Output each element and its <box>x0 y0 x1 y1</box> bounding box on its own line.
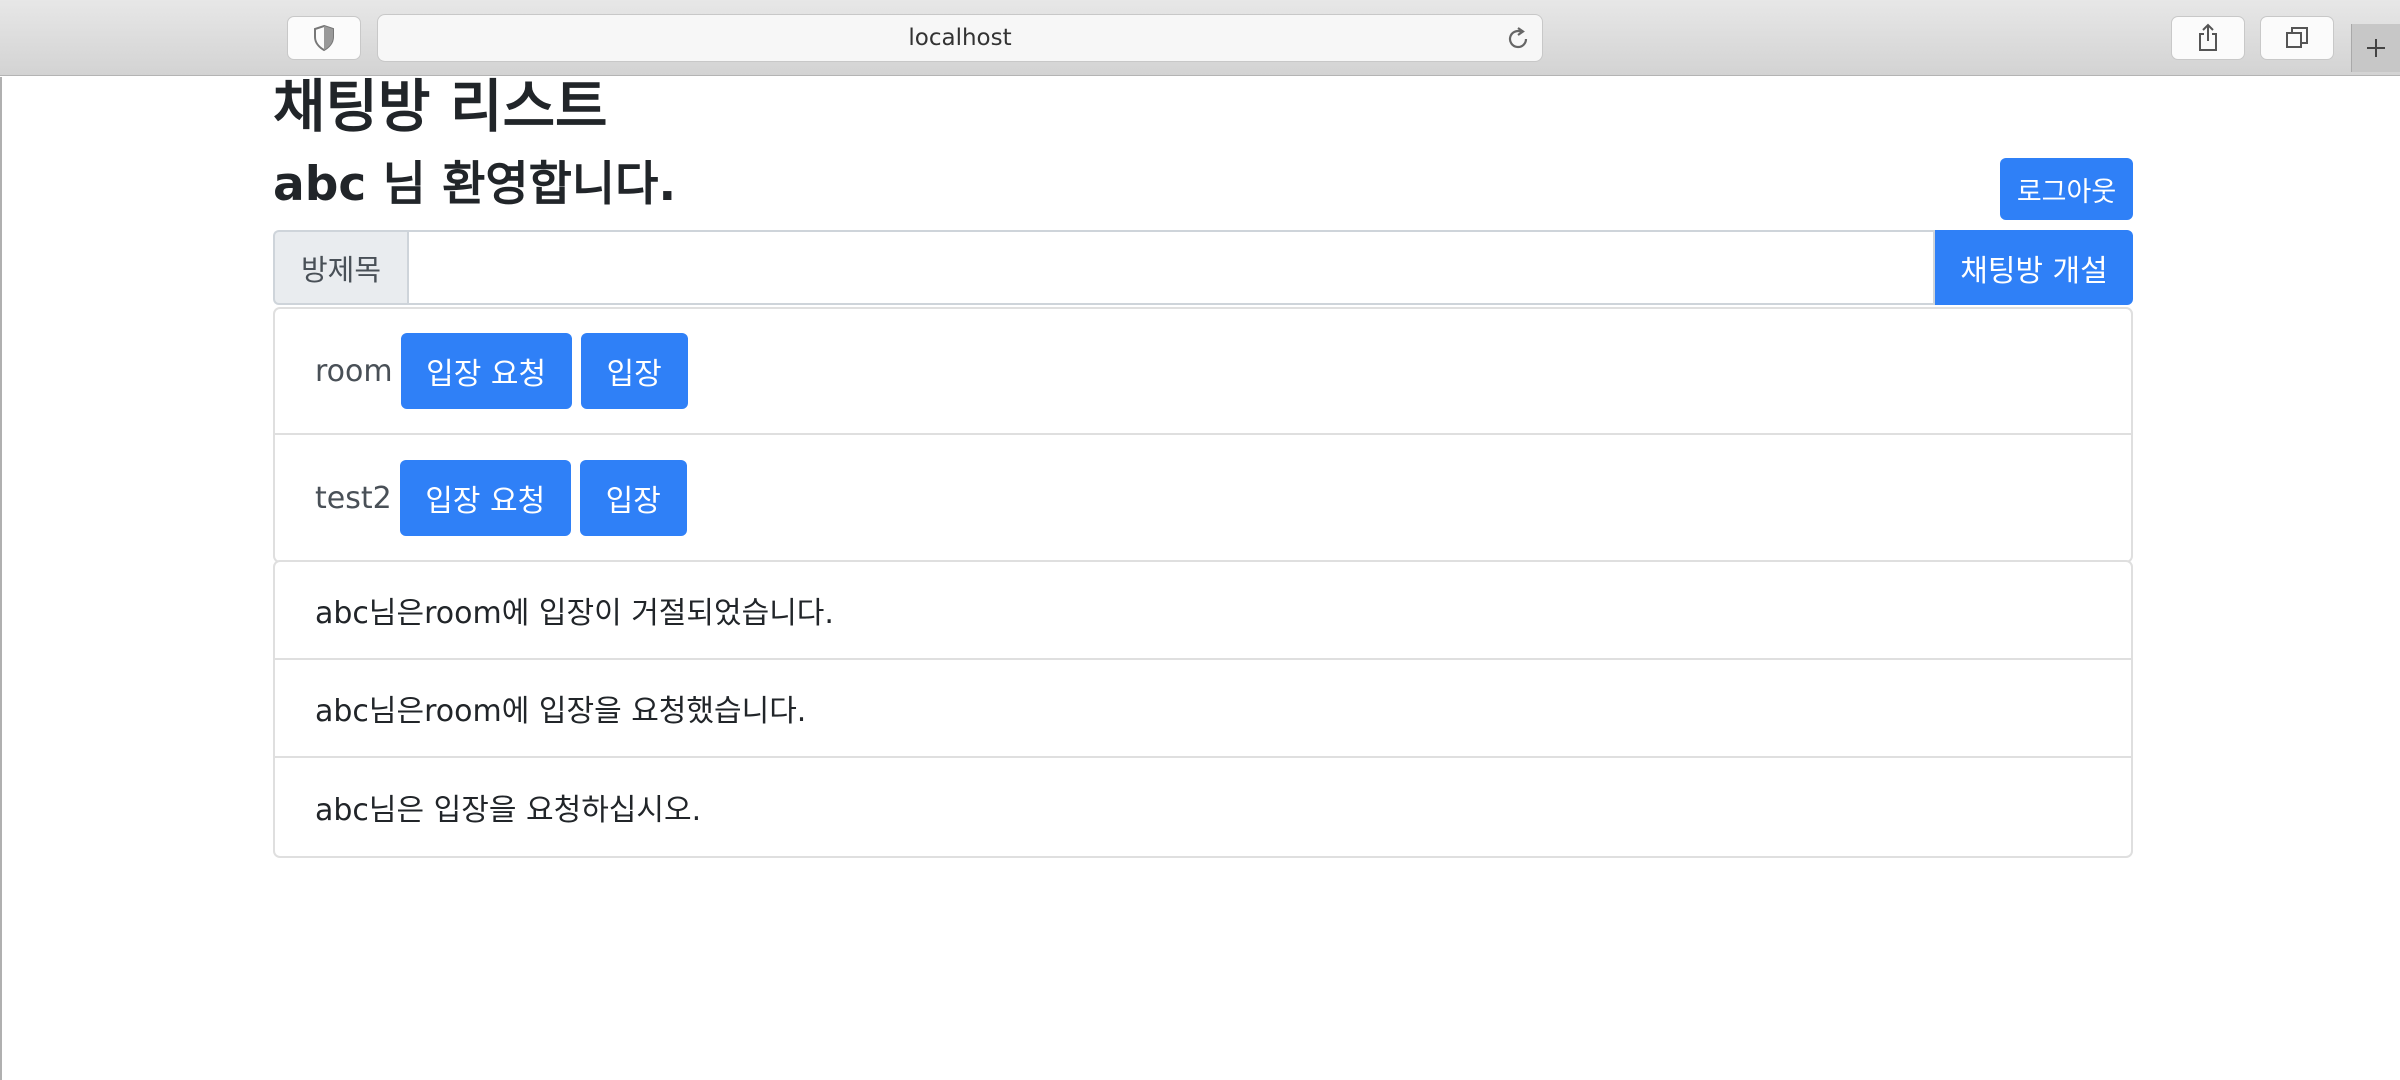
notification-list: abc님은room에 입장이 거절되었습니다. abc님은room에 입장을 요… <box>273 560 2133 858</box>
notification-item: abc님은room에 입장을 요청했습니다. <box>275 660 2131 758</box>
room-list-item: test2 입장 요청 입장 <box>275 435 2131 561</box>
reload-icon[interactable] <box>1504 25 1532 53</box>
create-room-form: 방제목 채팅방 개설 <box>273 230 2133 305</box>
plus-icon <box>2367 39 2385 57</box>
share-button[interactable] <box>2171 16 2245 60</box>
logout-button[interactable]: 로그아웃 <box>2000 158 2133 220</box>
create-room-button[interactable]: 채팅방 개설 <box>1935 230 2133 305</box>
notification-item: abc님은 입장을 요청하십시오. <box>315 793 702 828</box>
url-text: localhost <box>908 25 1012 51</box>
room-list-item: room 입장 요청 입장 <box>275 309 2131 435</box>
enter-room-button[interactable]: 입장 <box>579 460 687 536</box>
request-entry-button[interactable]: 입장 요청 <box>399 460 571 536</box>
shield-icon <box>314 24 334 52</box>
room-title-label: 방제목 <box>273 230 407 305</box>
room-name: test2 <box>315 480 392 516</box>
address-bar[interactable]: localhost <box>377 14 1543 62</box>
room-title-input[interactable] <box>407 230 1935 305</box>
tabs-icon <box>2286 27 2308 48</box>
share-icon <box>2199 23 2217 51</box>
browser-toolbar: localhost <box>0 0 2400 76</box>
welcome-heading: abc 님 환영합니다. <box>273 157 677 212</box>
room-name: room <box>315 353 393 389</box>
notification-item: abc님은room에 입장이 거절되었습니다. <box>275 562 2131 660</box>
request-entry-button[interactable]: 입장 요청 <box>400 333 572 409</box>
tabs-overview-button[interactable] <box>2260 16 2334 60</box>
page-title: 채팅방 리스트 <box>273 74 608 140</box>
new-tab-button[interactable] <box>2351 24 2400 72</box>
room-list: room 입장 요청 입장 test2 입장 요청 입장 <box>273 307 2133 563</box>
privacy-shield-button[interactable] <box>287 16 361 60</box>
enter-room-button[interactable]: 입장 <box>580 333 688 409</box>
page-content: 채팅방 리스트 abc 님 환영합니다. 로그아웃 방제목 채팅방 개설 roo… <box>0 77 2400 1080</box>
